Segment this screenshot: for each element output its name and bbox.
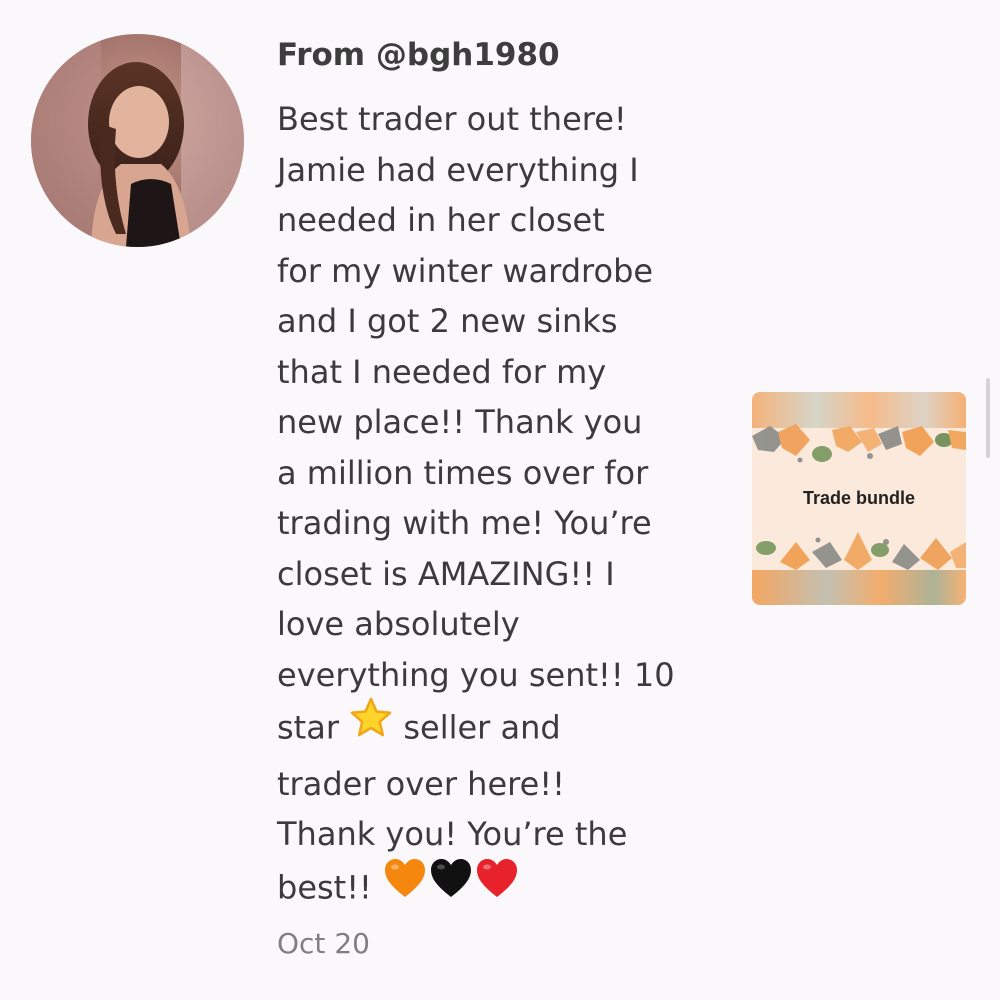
top-leaves	[752, 424, 966, 463]
trade-bundle-thumbnail[interactable]: Trade bundle	[752, 392, 966, 605]
scrollbar[interactable]	[986, 378, 990, 458]
review-line: trading with me! You’re	[277, 504, 652, 542]
black-heart-icon	[428, 856, 474, 915]
review-text: Best trader out there! Jamie had everyth…	[277, 94, 717, 918]
review-date: Oct 20	[277, 927, 370, 960]
review-content: From @bgh1980 Best trader out there! Jam…	[277, 30, 717, 964]
review-line-hearts: best!!	[277, 858, 717, 919]
reviewer-avatar[interactable]	[31, 34, 244, 247]
review-line: everything you sent!! 10	[277, 655, 675, 694]
review-line-star-after: seller and	[403, 708, 561, 747]
review-line: needed in her closet	[277, 201, 605, 239]
review-line: a million times over for	[277, 453, 649, 492]
review-line-star-before: star	[277, 708, 339, 747]
review-line: new place!! Thank you	[277, 403, 643, 441]
review-line: that I needed for my	[277, 352, 607, 391]
review-page: From @bgh1980 Best trader out there! Jam…	[0, 0, 1000, 1000]
orange-heart-icon	[382, 856, 428, 915]
review-line: Best trader out there!	[277, 100, 627, 138]
review-line: for my winter wardrobe	[277, 251, 654, 290]
review-line: Jamie had everything I	[277, 150, 639, 189]
trade-bundle-label: Trade bundle	[802, 488, 916, 508]
review-last-line: best!!	[277, 867, 372, 906]
review-line: love absolutely	[277, 605, 520, 643]
review-author[interactable]: From @bgh1980	[277, 30, 717, 80]
review-line: trader over here!!	[277, 764, 565, 803]
star-icon	[349, 696, 393, 755]
bottom-leaves	[756, 532, 966, 570]
review-line: closet is AMAZING!! I	[277, 554, 615, 593]
review-line: and I got 2 new sinks	[277, 302, 618, 340]
review-line: Thank you! You’re the	[277, 815, 628, 853]
review-line-star: star seller and	[277, 697, 717, 759]
red-heart-icon	[474, 856, 520, 915]
